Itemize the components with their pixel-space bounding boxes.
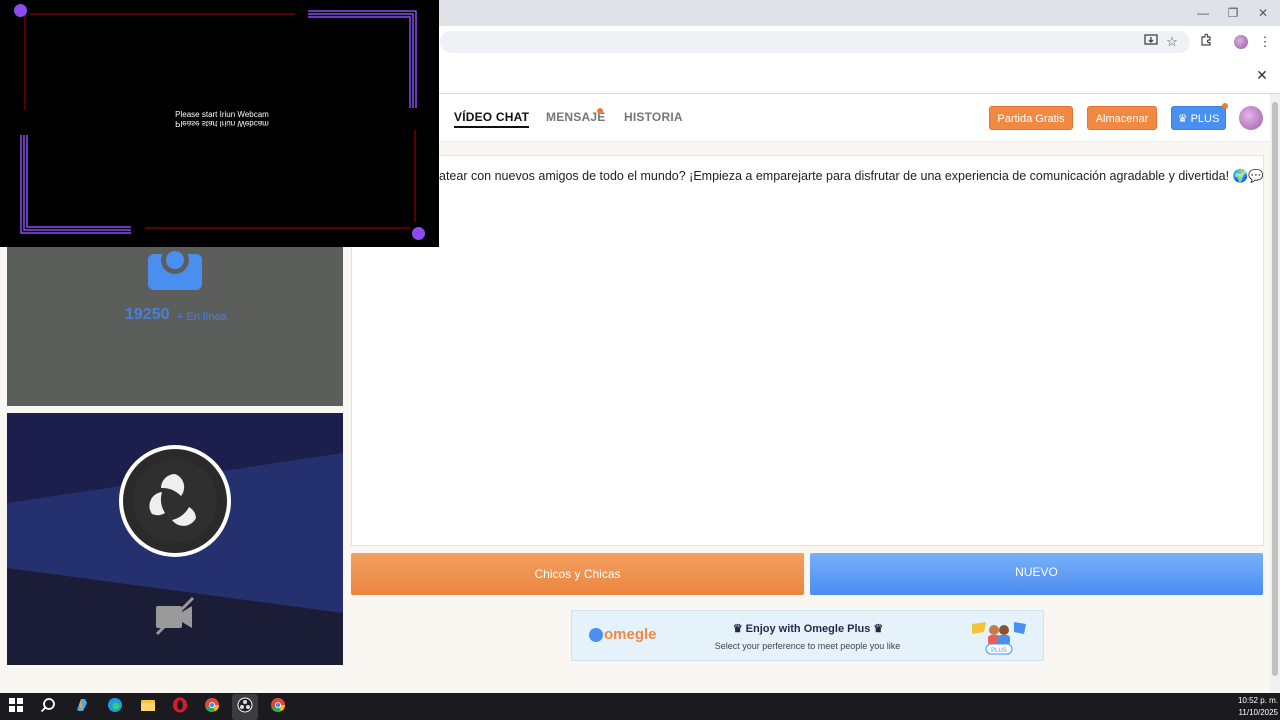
- banner-title: ♛ Enjoy with Omegle Plus ♛: [732, 623, 884, 635]
- taskbar: [0, 693, 1280, 720]
- address-bar[interactable]: [440, 31, 1190, 53]
- banner-subtitle: Select your perference to meet people yo…: [714, 641, 901, 651]
- menu-icon[interactable]: ⋮: [1256, 33, 1274, 51]
- online-count: 19250: [125, 306, 170, 323]
- webcam-status-text: Please start Iriun Webcam: [175, 110, 269, 119]
- svg-text:PLUS: PLUS: [991, 648, 1007, 654]
- webcam-status-text-mirrored: Please start Iriun Webcam: [175, 119, 269, 128]
- omegle-logo: omegle: [604, 626, 657, 643]
- chrome-icon[interactable]: [202, 697, 222, 717]
- overlay-handle-top-left[interactable]: [14, 4, 27, 17]
- avatar[interactable]: [1239, 106, 1263, 130]
- people-flags-icon: PLUS: [970, 614, 1028, 656]
- edge-icon[interactable]: [105, 697, 125, 717]
- nav-video-chat[interactable]: VÍDEO CHAT: [454, 110, 530, 128]
- extensions-icon[interactable]: [1197, 33, 1215, 51]
- restore-button[interactable]: ❐: [1218, 3, 1248, 23]
- almacenar-button[interactable]: Almacenar: [1087, 106, 1157, 130]
- copilot-icon[interactable]: [72, 697, 92, 717]
- clock-date[interactable]: 11/10/2025: [1228, 708, 1278, 717]
- new-chat-button[interactable]: NUEVO: [810, 553, 1263, 595]
- nav-historia[interactable]: HISTORIA: [624, 110, 683, 124]
- profile-icon[interactable]: [1234, 35, 1248, 49]
- plus-badge: [1222, 103, 1228, 109]
- welcome-message: atear con nuevos amigos de todo el mundo…: [439, 169, 1264, 183]
- gender-filter-button[interactable]: Chicos y Chicas: [351, 553, 804, 595]
- online-label: + En línea: [177, 311, 227, 323]
- windows-start-icon[interactable]: [6, 697, 26, 717]
- search-icon[interactable]: [38, 697, 58, 717]
- obs-logo-icon: [118, 444, 232, 558]
- notification-close-button[interactable]: ✕: [1253, 66, 1271, 84]
- clock-time[interactable]: 10:52 p. m.: [1228, 696, 1278, 705]
- bookmark-star-icon[interactable]: ☆: [1163, 33, 1181, 51]
- close-window-button[interactable]: ✕: [1248, 3, 1278, 23]
- omegle-logo-icon: [589, 628, 603, 642]
- chat-logo-icon: [148, 246, 202, 290]
- file-explorer-icon[interactable]: [138, 697, 158, 717]
- message-badge: [597, 108, 603, 114]
- plus-button[interactable]: ♛ PLUS: [1171, 106, 1226, 130]
- partida-gratis-button[interactable]: Partida Gratis: [989, 106, 1073, 130]
- install-app-icon[interactable]: [1142, 33, 1160, 51]
- minimize-button[interactable]: —: [1188, 3, 1218, 23]
- overlay-handle-bottom-right[interactable]: [412, 227, 425, 240]
- camera-off-icon: [153, 594, 195, 636]
- chat-box: [351, 155, 1264, 546]
- scrollbar-thumb[interactable]: [1272, 102, 1278, 676]
- opera-icon[interactable]: [170, 697, 190, 717]
- obs-taskbar-icon[interactable]: [235, 697, 255, 717]
- chrome-profile-icon[interactable]: [268, 697, 288, 717]
